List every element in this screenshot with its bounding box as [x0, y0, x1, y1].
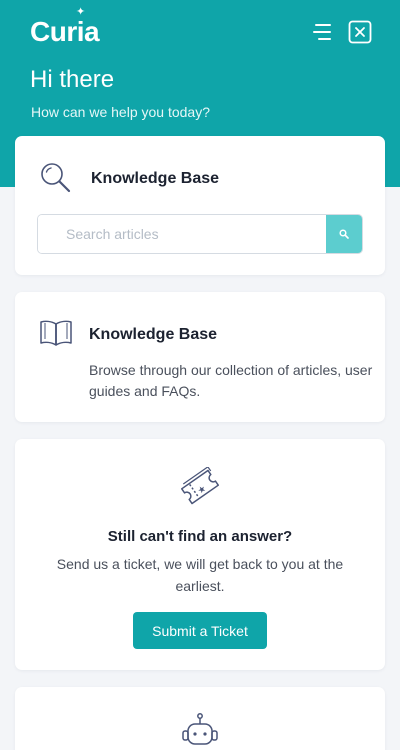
submit-ticket-button[interactable]: Submit a Ticket	[133, 612, 267, 649]
ticket-description: Send us a ticket, we will get back to yo…	[56, 556, 344, 594]
open-book-icon	[40, 320, 72, 346]
ticket-title: Still can't find an answer?	[107, 528, 293, 545]
chat-card[interactable]	[15, 687, 385, 750]
magnifier-icon	[41, 163, 71, 193]
logo-spark-icon: ✦	[76, 6, 85, 18]
logo-text-part: Cur	[30, 16, 77, 47]
search-input[interactable]	[38, 215, 326, 253]
greeting-heading: Hi there	[30, 66, 115, 93]
ticket-card: ★ Still can't find an answer? Send us a …	[15, 439, 385, 670]
menu-button[interactable]	[309, 19, 335, 45]
search-card-title: Knowledge Base	[91, 170, 220, 187]
svg-text:★: ★	[196, 484, 208, 497]
curia-logo[interactable]: Cur i ✦ a	[30, 6, 100, 48]
ticket-icon: ★	[180, 467, 220, 505]
knowledge-base-card[interactable]: Knowledge Base Browse through our collec…	[15, 292, 385, 422]
search-icon	[339, 229, 349, 239]
logo-i: i ✦	[76, 6, 85, 48]
close-icon	[348, 20, 372, 44]
logo-text-part: a	[84, 16, 100, 47]
robot-icon	[182, 713, 218, 745]
menu-icon	[313, 24, 331, 40]
knowledge-base-description: Browse through our collection of article…	[89, 362, 373, 399]
greeting-subtitle: How can we help you today?	[31, 104, 210, 120]
search-button[interactable]	[326, 215, 362, 253]
search-box	[37, 214, 363, 254]
close-button[interactable]	[347, 19, 373, 45]
knowledge-base-title: Knowledge Base	[89, 326, 218, 343]
search-card: Knowledge Base	[15, 136, 385, 275]
